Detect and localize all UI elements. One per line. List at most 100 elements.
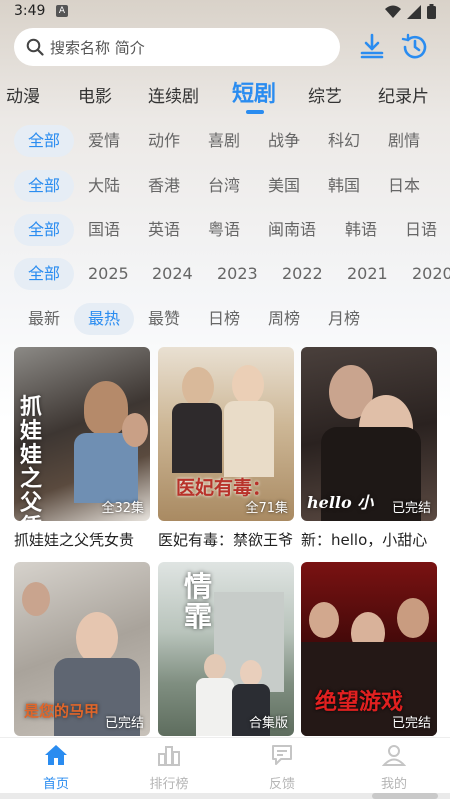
poster-image: 医妃有毒： 全71集 xyxy=(158,347,294,521)
genre-chip[interactable]: 全部 xyxy=(14,125,75,157)
poster-title-art: 情霏 xyxy=(184,570,213,633)
language-chip[interactable]: 日语 xyxy=(405,214,437,246)
drama-card[interactable]: 是您的马甲 已完结 xyxy=(14,562,150,736)
year-filter-row: 全部 2025 2024 2023 2022 2021 2020 xyxy=(0,258,450,292)
nav-ranking[interactable]: 排行榜 xyxy=(129,744,209,792)
year-chip[interactable]: 2020 xyxy=(412,258,450,290)
chart-icon xyxy=(158,746,180,766)
nav-home-label: 首页 xyxy=(42,777,69,792)
sort-chip[interactable]: 周榜 xyxy=(268,303,300,335)
poster-image: 是您的马甲 已完结 xyxy=(14,562,150,736)
poster-image: 情霏 合集版 xyxy=(158,562,294,736)
region-chip[interactable]: 全部 xyxy=(14,170,75,202)
region-chip[interactable]: 韩国 xyxy=(328,170,360,202)
poster-title-art: 抓娃娃之父凭女贵 xyxy=(20,394,43,521)
search-input[interactable]: 搜索名称 简介 xyxy=(14,28,340,66)
active-tab-indicator xyxy=(246,110,264,114)
poster-image: hello 小 已完结 xyxy=(301,347,437,521)
episode-badge: 已完结 xyxy=(391,501,431,516)
notification-a-icon: A xyxy=(56,5,68,17)
genre-chip[interactable]: 剧情 xyxy=(388,125,420,157)
region-chip[interactable]: 大陆 xyxy=(88,170,120,202)
gesture-pill[interactable] xyxy=(372,793,438,799)
genre-filter-row: 全部 爱情 动作 喜剧 战争 科幻 剧情 xyxy=(0,125,450,159)
language-chip[interactable]: 全部 xyxy=(14,214,75,246)
nav-feedback-label: 反馈 xyxy=(268,777,295,792)
sort-chip[interactable]: 最赞 xyxy=(148,303,180,335)
poster-title-art: 医妃有毒： xyxy=(176,477,272,499)
drama-card[interactable]: 情霏 合集版 xyxy=(158,562,294,736)
download-icon[interactable] xyxy=(358,32,386,60)
tab-short-drama[interactable]: 短剧 xyxy=(232,76,276,108)
year-chip[interactable]: 2021 xyxy=(347,258,388,290)
episode-badge: 全32集 xyxy=(101,501,144,516)
episode-badge: 全71集 xyxy=(245,501,288,516)
search-icon xyxy=(26,38,44,56)
region-chip[interactable]: 台湾 xyxy=(208,170,240,202)
drama-title: 医妃有毒：禁欲王爷 xyxy=(158,531,294,549)
genre-chip[interactable]: 动作 xyxy=(148,125,180,157)
home-icon xyxy=(45,745,67,765)
signal-icon xyxy=(407,4,421,19)
sort-chip[interactable]: 日榜 xyxy=(208,303,240,335)
poster-image: 抓娃娃之父凭女贵 全32集 xyxy=(14,347,150,521)
poster-title-art: hello 小 xyxy=(307,493,374,512)
status-time: 3:49 xyxy=(14,3,46,19)
language-chip[interactable]: 粤语 xyxy=(208,214,240,246)
region-chip[interactable]: 香港 xyxy=(148,170,180,202)
region-chip[interactable]: 美国 xyxy=(268,170,300,202)
region-chip[interactable]: 日本 xyxy=(388,170,420,202)
sort-filter-row: 最新 最热 最赞 日榜 周榜 月榜 xyxy=(0,303,450,337)
drama-title: 新：hello，小甜心 xyxy=(301,531,428,549)
episode-badge: 合集版 xyxy=(248,716,288,731)
poster-image: 绝望游戏 已完结 xyxy=(301,562,437,736)
genre-chip[interactable]: 战争 xyxy=(268,125,300,157)
tab-anime[interactable]: 动漫 xyxy=(6,82,40,107)
status-icons xyxy=(385,4,436,19)
search-row: 搜索名称 简介 xyxy=(14,28,438,68)
tab-series[interactable]: 连续剧 xyxy=(148,82,199,107)
language-chip[interactable]: 英语 xyxy=(148,214,180,246)
drama-card[interactable]: hello 小 已完结 新：hello，小甜心 xyxy=(301,347,437,550)
year-chip[interactable]: 2023 xyxy=(217,258,258,290)
genre-chip[interactable]: 喜剧 xyxy=(208,125,240,157)
sort-chip[interactable]: 最新 xyxy=(28,303,60,335)
genre-chip[interactable]: 爱情 xyxy=(88,125,120,157)
poster-title-art: 是您的马甲 xyxy=(24,702,100,720)
genre-chip[interactable]: 科幻 xyxy=(328,125,360,157)
tab-movie[interactable]: 电影 xyxy=(78,82,112,107)
drama-card[interactable]: 绝望游戏 已完结 xyxy=(301,562,437,736)
gesture-bar xyxy=(0,793,450,799)
battery-icon xyxy=(427,4,436,19)
year-chip[interactable]: 2025 xyxy=(88,258,129,290)
region-filter-row: 全部 大陆 香港 台湾 美国 韩国 日本 xyxy=(0,170,450,204)
nav-feedback[interactable]: 反馈 xyxy=(242,744,322,792)
poster-title-art: 绝望游戏 xyxy=(315,689,404,715)
language-chip[interactable]: 韩语 xyxy=(345,214,377,246)
wifi-icon xyxy=(385,5,401,18)
search-placeholder: 搜索名称 简介 xyxy=(50,38,145,57)
nav-profile-label: 我的 xyxy=(380,777,407,792)
category-tabs: 动漫 电影 连续剧 短剧 综艺 纪录片 xyxy=(0,74,450,118)
drama-card[interactable]: 抓娃娃之父凭女贵 全32集 抓娃娃之父凭女贵 xyxy=(14,347,150,550)
nav-profile[interactable]: 我的 xyxy=(354,744,434,792)
history-icon[interactable] xyxy=(400,32,430,62)
nav-ranking-label: 排行榜 xyxy=(149,777,189,792)
sort-chip[interactable]: 最热 xyxy=(74,303,135,335)
language-chip[interactable]: 国语 xyxy=(88,214,120,246)
year-chip[interactable]: 2022 xyxy=(282,258,323,290)
feedback-icon xyxy=(272,745,292,765)
year-chip[interactable]: 全部 xyxy=(14,258,75,290)
language-chip[interactable]: 闽南语 xyxy=(268,214,316,246)
tab-documentary[interactable]: 纪录片 xyxy=(378,82,429,107)
language-filter-row: 全部 国语 英语 粤语 闽南语 韩语 日语 xyxy=(0,214,450,248)
tab-variety[interactable]: 综艺 xyxy=(308,82,342,107)
episode-badge: 已完结 xyxy=(104,716,144,731)
sort-chip[interactable]: 月榜 xyxy=(328,303,360,335)
drama-card[interactable]: 医妃有毒： 全71集 医妃有毒：禁欲王爷 xyxy=(158,347,294,550)
user-icon xyxy=(381,745,407,766)
bottom-nav: 首页 排行榜 反馈 我的 xyxy=(0,737,450,799)
year-chip[interactable]: 2024 xyxy=(152,258,193,290)
episode-badge: 已完结 xyxy=(391,716,431,731)
nav-home[interactable]: 首页 xyxy=(16,744,96,792)
